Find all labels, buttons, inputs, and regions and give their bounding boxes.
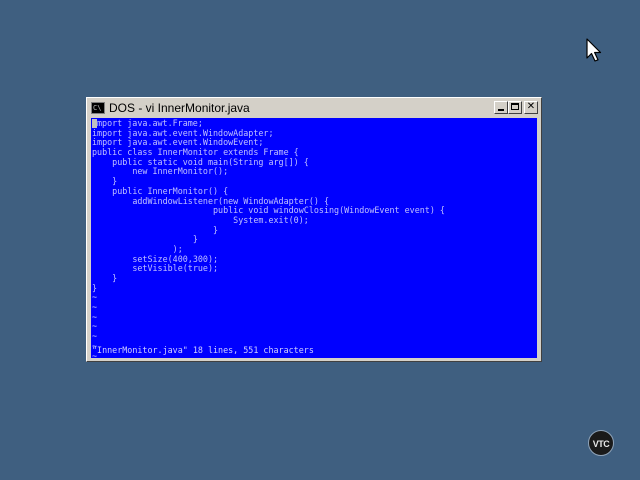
- editor-line: public class InnerMonitor extends Frame …: [92, 148, 299, 158]
- vi-editor-area[interactable]: mport java.awt.Frame; import java.awt.ev…: [91, 118, 537, 358]
- minimize-button[interactable]: [494, 101, 508, 114]
- maximize-button[interactable]: [508, 101, 522, 114]
- editor-line: }: [92, 274, 118, 283]
- empty-line-tilde: ~: [92, 293, 98, 303]
- mouse-pointer-icon: [586, 38, 602, 62]
- empty-line-tilde: ~: [92, 303, 98, 313]
- empty-line-tilde: ~: [92, 312, 98, 322]
- editor-line: setVisible(true);: [92, 264, 219, 274]
- window-controls: ✕: [494, 101, 538, 114]
- editor-line-text: mport java.awt.Frame;: [97, 119, 203, 128]
- editor-line: import java.awt.event.WindowEvent;: [92, 138, 264, 148]
- editor-line: setSize(400,300);: [92, 254, 219, 264]
- editor-line: addWindowListener(new WindowAdapter() {: [92, 196, 329, 206]
- close-button[interactable]: ✕: [524, 101, 538, 114]
- editor-line: public static void main(String arg[]) {: [92, 157, 309, 167]
- editor-line: }: [92, 235, 198, 245]
- vi-status-line: "InnerMonitor.java" 18 lines, 551 charac…: [92, 346, 314, 356]
- close-icon: ✕: [526, 101, 536, 112]
- editor-line: import java.awt.event.WindowAdapter;: [92, 128, 274, 138]
- window-title: DOS - vi InnerMonitor.java: [109, 101, 250, 115]
- editor-line: System.exit(0);: [92, 215, 309, 225]
- dos-prompt-icon[interactable]: C\: [91, 102, 105, 114]
- editor-line: }: [92, 225, 219, 235]
- editor-line: public InnerMonitor() {: [92, 186, 229, 196]
- vtc-logo-icon: VTC: [588, 430, 614, 456]
- editor-line: }: [92, 283, 98, 293]
- dos-window[interactable]: C\ DOS - vi InnerMonitor.java ✕ mport ja…: [86, 97, 542, 362]
- maximize-icon: [511, 103, 519, 110]
- empty-line-tilde: ~: [92, 332, 98, 342]
- editor-line: );: [92, 244, 183, 254]
- window-titlebar[interactable]: C\ DOS - vi InnerMonitor.java ✕: [89, 100, 539, 116]
- editor-line: }: [92, 177, 118, 187]
- editor-line: public void windowClosing(WindowEvent ev…: [92, 206, 445, 216]
- editor-line: mport java.awt.Frame;: [92, 119, 537, 129]
- editor-line: new InnerMonitor();: [92, 167, 229, 177]
- minimize-icon: [498, 109, 504, 111]
- empty-line-tilde: ~: [92, 322, 98, 332]
